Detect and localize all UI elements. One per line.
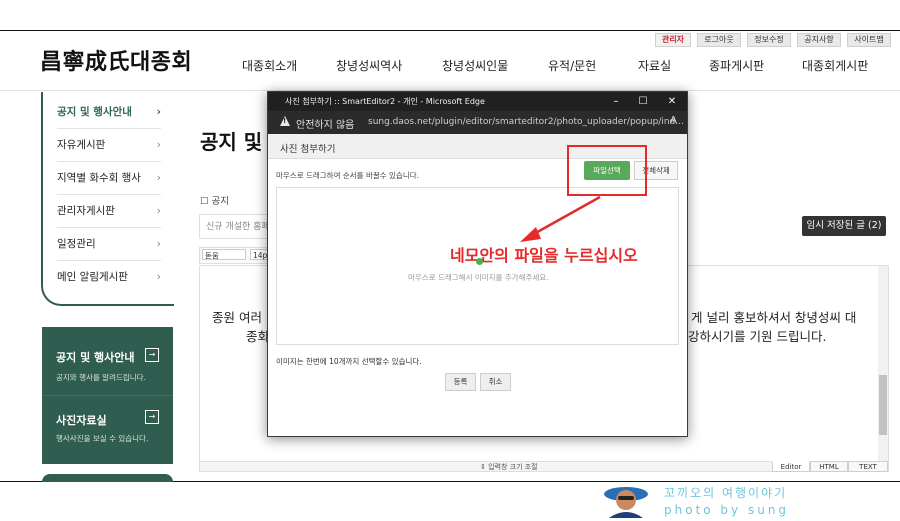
left-menu: 공지 및 행사안내 › 자유게시판 › 지역별 화수회 행사 › 관리자게시판 …: [41, 92, 174, 306]
left-menu-item-admin-board[interactable]: 관리자게시판 ›: [57, 195, 161, 228]
notice-checkbox[interactable]: ☐ 공지: [200, 193, 229, 207]
arrow-right-icon: →: [145, 410, 159, 424]
reorder-hint: 마우스로 드래그하여 순서를 바꿀수 있습니다.: [276, 171, 420, 180]
arrow-right-icon: →: [145, 348, 159, 362]
attach-title: 사진 첨부하기: [280, 144, 336, 155]
promo-photo[interactable]: 사진자료실 행사사진을 보실 수 있습니다. →: [42, 395, 173, 464]
cursor-icon: [476, 258, 483, 265]
promo-title: 사진자료실: [56, 414, 107, 427]
promo-next-edge: [42, 474, 173, 482]
left-menu-item-notice[interactable]: 공지 및 행사안내 ›: [57, 96, 161, 129]
popup-window-title: 사진 첨부하기 :: SmartEditor2 - 개인 - Microsoft…: [285, 97, 485, 106]
site-logo[interactable]: 昌寧成氏대종회: [40, 44, 192, 76]
popup-titlebar[interactable]: 사진 첨부하기 :: SmartEditor2 - 개인 - Microsoft…: [268, 92, 687, 111]
mode-tab-text[interactable]: TEXT: [848, 461, 888, 472]
promo-notice[interactable]: 공지 및 행사안내 공지와 행사를 알려드립니다. →: [42, 327, 173, 397]
chevron-right-icon: ›: [156, 105, 161, 118]
util-sitemap-link[interactable]: 사이트맵: [847, 33, 891, 47]
chevron-right-icon: ›: [156, 138, 161, 151]
highlight-rectangle: [567, 145, 647, 196]
chevron-right-icon: ›: [156, 171, 161, 184]
nav-item-history[interactable]: 창녕성씨역사: [336, 57, 402, 74]
upload-limit-text: 이미지는 한번에 10개까지 선택할수 있습니다.: [276, 357, 422, 366]
nav-item-branch-board[interactable]: 종파게시판: [709, 57, 764, 74]
body-text-line1-left: 종원 여러: [212, 310, 262, 325]
warning-icon: !: [280, 116, 290, 126]
left-menu-label: 공지 및 행사안내: [57, 106, 132, 118]
nav-item-main-board[interactable]: 대종회게시판: [802, 57, 868, 74]
minimize-icon[interactable]: –: [606, 94, 626, 109]
left-menu-label: 관리자게시판: [57, 205, 115, 217]
register-button[interactable]: 등록: [445, 373, 476, 391]
nav-item-people[interactable]: 창녕성씨인물: [442, 57, 508, 74]
image-drop-zone[interactable]: [276, 187, 679, 345]
chevron-right-icon: ›: [156, 270, 161, 283]
drop-hint: 마우스로 드래그해서 이미지를 추가해주세요.: [408, 273, 549, 282]
body-text-line1-right: 게 널리 홍보하셔서 창녕성씨 대: [691, 310, 857, 325]
left-menu-label: 일정관리: [57, 238, 96, 250]
promo-subtitle: 행사사진을 보실 수 있습니다.: [56, 434, 149, 443]
nav-item-heritage[interactable]: 유적/문헌: [548, 57, 596, 74]
close-icon[interactable]: ✕: [662, 94, 682, 109]
temp-save-button[interactable]: 임시 저장된 글 (2): [802, 216, 886, 236]
read-aloud-icon[interactable]: A: [670, 115, 677, 126]
util-profile-link[interactable]: 정보수정: [747, 33, 791, 47]
util-notice-link[interactable]: 공지사항: [797, 33, 841, 47]
resize-handle[interactable]: ⇕ 입력창 크기 조절: [480, 462, 538, 472]
body-text-line2-left: 종회: [246, 329, 270, 344]
watermark-line1: 꼬끼오의 여행이야기: [664, 486, 788, 500]
left-menu-item-free-board[interactable]: 자유게시판 ›: [57, 129, 161, 162]
left-menu-item-alert-board[interactable]: 메인 알림게시판 ›: [57, 261, 161, 293]
left-menu-label: 지역별 화수회 행사: [57, 172, 141, 184]
left-menu-item-regional[interactable]: 지역별 화수회 행사 ›: [57, 162, 161, 195]
popup-url[interactable]: sung.daos.net/plugin/editor/smarteditor2…: [368, 117, 684, 127]
promo-title: 공지 및 행사안내: [56, 351, 135, 364]
left-menu-label: 자유게시판: [57, 139, 106, 151]
mode-tab-html[interactable]: HTML: [810, 461, 848, 472]
nav-item-archive[interactable]: 자료실: [638, 57, 671, 74]
promo-subtitle: 공지와 행사를 알려드립니다.: [56, 373, 146, 382]
popup-address-bar[interactable]: ! 안전하지 않음 sung.daos.net/plugin/editor/sm…: [268, 111, 687, 134]
left-menu-item-schedule[interactable]: 일정관리 ›: [57, 228, 161, 261]
maximize-icon[interactable]: ☐: [633, 94, 653, 109]
util-admin-link[interactable]: 관리자: [655, 33, 691, 47]
nav-item-intro[interactable]: 대종회소개: [242, 57, 297, 74]
chevron-right-icon: ›: [156, 237, 161, 250]
body-text-line2-right: 강하시기를 기원 드립니다.: [688, 329, 827, 344]
not-secure-label[interactable]: 안전하지 않음: [296, 116, 354, 131]
cancel-button[interactable]: 취소: [480, 373, 511, 391]
watermark-line2: photo by sung: [664, 503, 790, 517]
util-logout-link[interactable]: 로그아웃: [697, 33, 741, 47]
editor-scroll-thumb[interactable]: [879, 375, 887, 435]
left-menu-label: 메인 알림게시판: [57, 271, 128, 283]
avatar: [604, 487, 648, 518]
chevron-right-icon: ›: [156, 204, 161, 217]
font-family-select[interactable]: 돋움: [202, 249, 246, 260]
mode-tab-editor[interactable]: Editor: [772, 461, 810, 472]
